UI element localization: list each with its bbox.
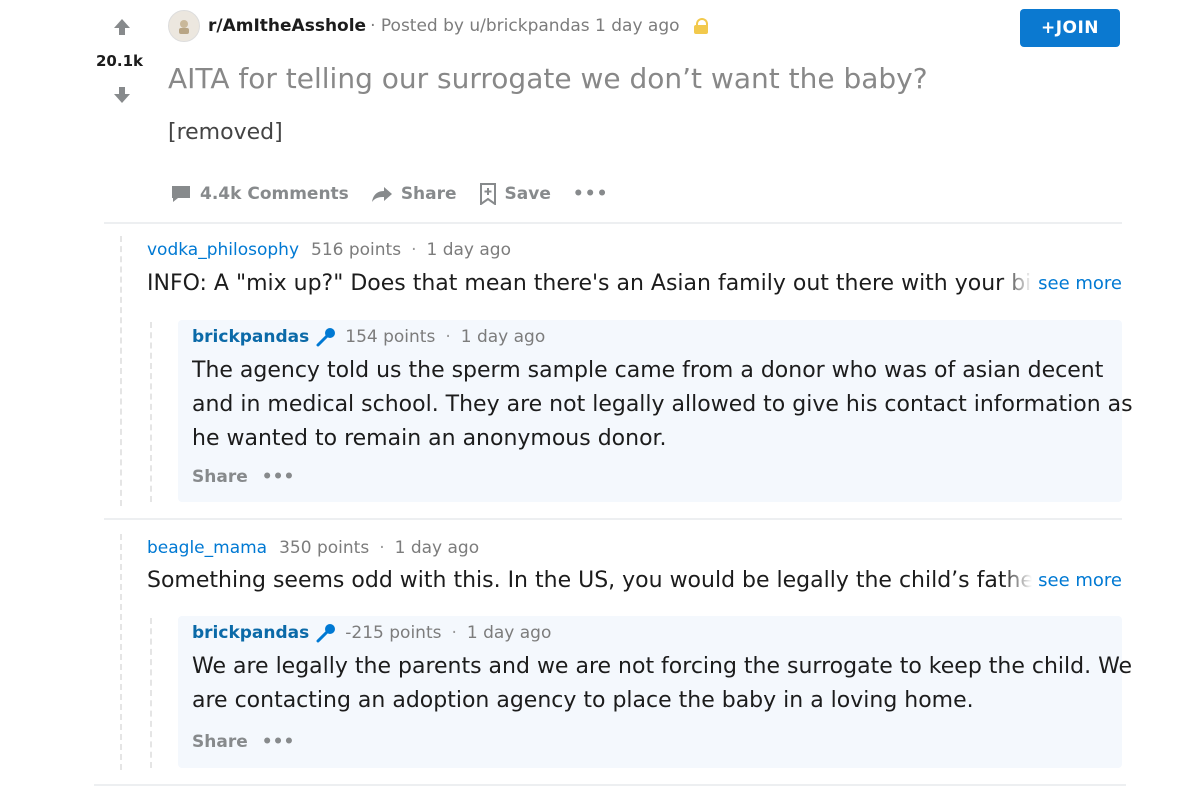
comment-author[interactable]: beagle_mama xyxy=(147,538,267,558)
save-icon xyxy=(479,183,496,205)
reply-actions: Share ••• xyxy=(192,467,294,487)
downvote-icon[interactable] xyxy=(111,84,133,106)
post-title[interactable]: AITA for telling our surrogate we don’t … xyxy=(168,62,928,95)
subreddit-link[interactable]: r/AmItheAsshole xyxy=(208,16,366,36)
reply-points: -215 points xyxy=(345,623,442,643)
reply-author[interactable]: brickpandas xyxy=(192,623,309,643)
comments-count: 4.4k Comments xyxy=(200,184,349,204)
reply-line: are contacting an adoption agency to pla… xyxy=(192,688,974,713)
lock-icon xyxy=(693,18,708,34)
post-score: 20.1k xyxy=(96,52,143,70)
thread-line[interactable] xyxy=(120,534,122,770)
comment-points: 350 points xyxy=(279,538,370,558)
comment-text: INFO: A "mix up?" Does that mean there's… xyxy=(147,271,1033,296)
comment-icon xyxy=(172,186,190,202)
save-button[interactable]: Save xyxy=(479,183,551,205)
mic-icon xyxy=(316,624,336,643)
reply-line: The agency told us the sperm sample came… xyxy=(192,358,1104,383)
reply-share-button[interactable]: Share xyxy=(192,467,248,487)
save-label: Save xyxy=(504,184,551,204)
thread-line[interactable] xyxy=(120,236,122,506)
mic-icon xyxy=(316,328,336,347)
post-actions: 4.4k Comments Share Save ••• xyxy=(170,180,630,208)
text-fade xyxy=(1002,567,1033,595)
comment-body: INFO: A "mix up?" Does that mean there's… xyxy=(147,267,1122,301)
reply-line: We are legally the parents and we are no… xyxy=(192,654,1133,679)
reply-meta: brickpandas -215 points · 1 day ago xyxy=(192,623,552,643)
comment-author[interactable]: vodka_philosophy xyxy=(147,240,299,260)
reply-actions: Share ••• xyxy=(192,732,294,752)
reply-body: We are legally the parents and we are no… xyxy=(192,650,1132,718)
share-button[interactable]: Share xyxy=(371,184,457,204)
join-button[interactable]: +JOIN xyxy=(1020,9,1120,47)
see-more-link[interactable]: see more xyxy=(1032,267,1122,301)
comment-meta: vodka_philosophy 516 points · 1 day ago xyxy=(147,240,512,260)
comment-time: 1 day ago xyxy=(426,240,512,260)
text-fade xyxy=(1002,270,1033,298)
reply-body: The agency told us the sperm sample came… xyxy=(192,354,1133,456)
reply-thread-line[interactable] xyxy=(150,618,152,768)
reply-time: 1 day ago xyxy=(460,327,546,347)
post-body: [removed] xyxy=(168,120,283,145)
reply-thread-line[interactable] xyxy=(150,322,152,502)
comment-meta: beagle_mama 350 points · 1 day ago xyxy=(147,538,480,558)
comments-button[interactable]: 4.4k Comments xyxy=(170,184,349,204)
reply-more-button[interactable]: ••• xyxy=(262,467,295,487)
reply-points: 154 points xyxy=(345,327,436,347)
more-options-button[interactable]: ••• xyxy=(573,184,609,204)
upvote-icon[interactable] xyxy=(111,16,133,38)
comment-text: Something seems odd with this. In the US… xyxy=(147,568,1033,593)
posted-by: · Posted by u/brickpandas 1 day ago xyxy=(370,16,680,36)
reply-time: 1 day ago xyxy=(466,623,552,643)
reply-container: brickpandas -215 points · 1 day ago We a… xyxy=(178,616,1132,768)
comment-body: Something seems odd with this. In the US… xyxy=(147,564,1122,598)
subreddit-avatar-icon[interactable] xyxy=(168,10,200,42)
comment-time: 1 day ago xyxy=(394,538,480,558)
comment-points: 516 points xyxy=(311,240,402,260)
reply-share-button[interactable]: Share xyxy=(192,732,248,752)
reply-line: he wanted to remain an anonymous donor. xyxy=(192,426,667,451)
share-icon xyxy=(371,187,392,202)
divider xyxy=(94,784,1126,786)
post-meta: r/AmItheAsshole · Posted by u/brickpanda… xyxy=(168,10,708,42)
reply-more-button[interactable]: ••• xyxy=(262,732,295,752)
reply-container: brickpandas 154 points · 1 day ago The a… xyxy=(178,320,1133,502)
see-more-link[interactable]: see more xyxy=(1032,564,1122,598)
share-label: Share xyxy=(400,184,457,204)
divider xyxy=(104,518,1122,520)
reply-meta: brickpandas 154 points · 1 day ago xyxy=(192,327,546,347)
divider xyxy=(104,222,1122,224)
reply-line: and in medical school. They are not lega… xyxy=(192,392,1133,417)
reply-author[interactable]: brickpandas xyxy=(192,327,309,347)
